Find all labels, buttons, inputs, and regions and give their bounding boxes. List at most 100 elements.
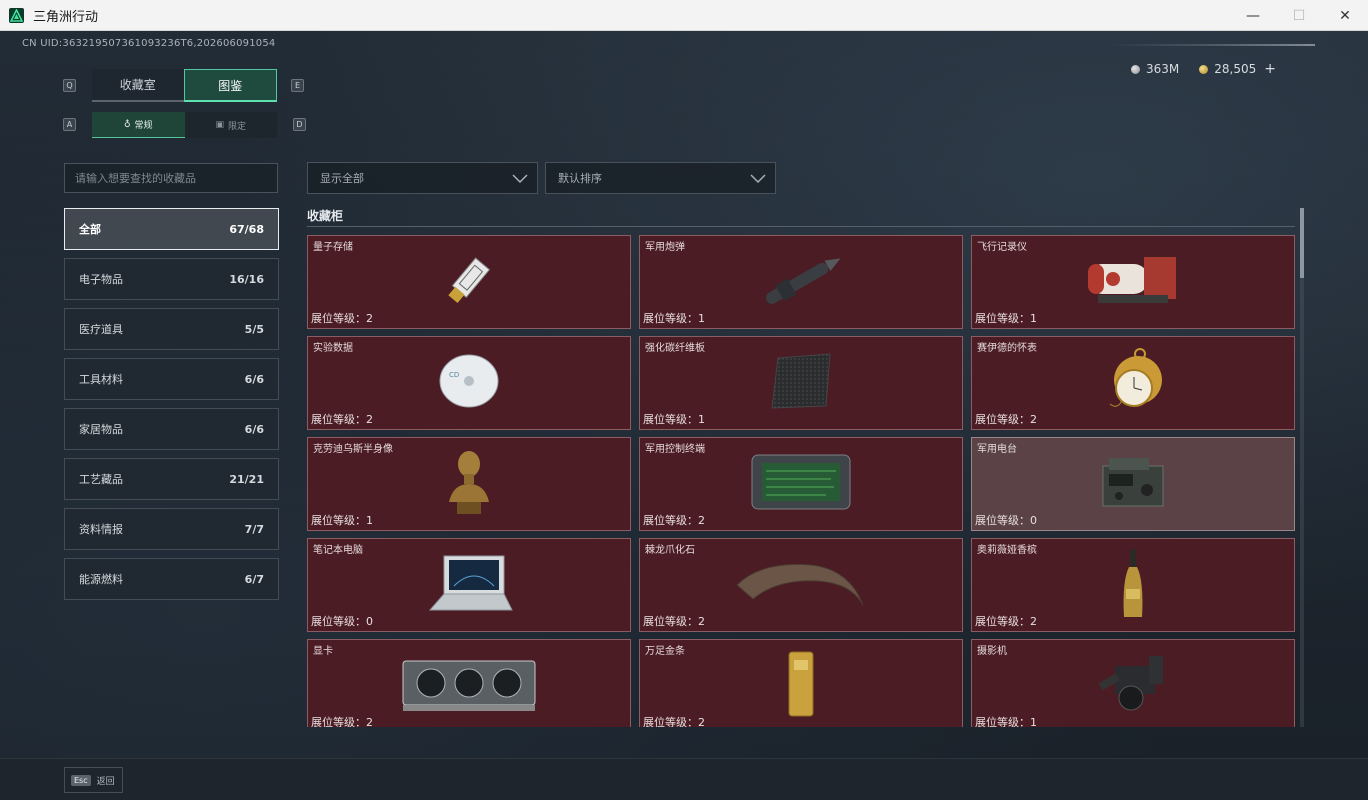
item-name: 军用电台 <box>977 444 1017 455</box>
item-name: 棘龙爪化石 <box>645 545 695 556</box>
scrollbar-track[interactable] <box>1300 208 1304 727</box>
item-name: 摄影机 <box>977 646 1007 657</box>
chevron-down-icon <box>512 174 528 184</box>
esc-key-icon: Esc <box>71 774 91 786</box>
category-count: 16/16 <box>229 272 264 286</box>
category-count: 6/7 <box>244 572 264 586</box>
tab-limited[interactable]: ▣ 限定 <box>184 112 277 138</box>
disc-icon: CD <box>437 351 501 415</box>
champagne-icon <box>1118 547 1148 623</box>
collection-item-card[interactable]: 奥莉薇娅香槟 展位等级：2 <box>971 538 1295 632</box>
collection-item-card[interactable]: 摄影机 展位等级：1 <box>971 639 1295 727</box>
item-display-level: 展位等级：2 <box>311 716 373 727</box>
item-display-level: 展位等级：0 <box>311 615 373 628</box>
radio-icon <box>1095 450 1171 518</box>
usb-icon <box>434 245 504 319</box>
svg-text:CD: CD <box>449 371 459 379</box>
add-currency-button[interactable]: + <box>1264 61 1276 77</box>
collection-item-card[interactable]: 克劳迪乌斯半身像 展位等级：1 <box>307 437 631 531</box>
category-list: 全部 67/68 电子物品 16/16 医疗道具 5/5 工具材料 6/6 家居物品 6/6 工艺藏… <box>64 208 279 608</box>
collection-item-card[interactable]: 万足金条展位等级：2 <box>639 639 963 727</box>
collection-item-card[interactable]: 军用控制终端 展位等级：2 <box>639 437 963 531</box>
tab-limited-label: 限定 <box>228 121 247 132</box>
sort-dropdown[interactable]: 默认排序 <box>545 162 776 194</box>
currency-display: 363M 28,505 + <box>1131 61 1276 77</box>
category-item[interactable]: 工具材料 6/6 <box>64 358 279 400</box>
collection-item-card[interactable]: 军用炮弹 展位等级：1 <box>639 235 963 329</box>
tab-regular[interactable]: ♁ 常规 <box>92 112 185 138</box>
collection-item-card[interactable]: 强化碳纤维板 展位等级：1 <box>639 336 963 430</box>
filter-dropdown[interactable]: 显示全部 <box>307 162 538 194</box>
item-display-level: 展位等级：2 <box>311 413 373 426</box>
collection-item-card[interactable]: 军用电台 展位等级：0 <box>971 437 1295 531</box>
silver-coin-icon <box>1131 64 1140 74</box>
collection-item-card[interactable]: 棘龙爪化石展位等级：2 <box>639 538 963 632</box>
collection-item-card[interactable]: 赛伊德的怀表 展位等级：2 <box>971 336 1295 430</box>
item-display-level: 展位等级：1 <box>643 312 705 325</box>
category-label: 电子物品 <box>79 273 123 286</box>
item-display-level: 展位等级：1 <box>643 413 705 426</box>
tab-regular-label: 常规 <box>134 121 153 131</box>
gold-amount: 28,505 <box>1214 62 1257 76</box>
category-label: 工具材料 <box>79 373 123 386</box>
section-divider <box>307 226 1295 227</box>
category-count: 67/68 <box>229 222 264 236</box>
secondary-tabs: ♁ 常规 ▣ 限定 <box>92 112 277 138</box>
scrollbar-thumb[interactable] <box>1300 208 1304 278</box>
collection-item-card[interactable]: 实验数据 CD 展位等级：2 <box>307 336 631 430</box>
minimize-button[interactable]: — <box>1230 0 1276 31</box>
item-name: 显卡 <box>313 646 333 657</box>
category-item[interactable]: 资料情报 7/7 <box>64 508 279 550</box>
camera-icon <box>1093 652 1173 720</box>
item-display-level: 展位等级：1 <box>975 312 1037 325</box>
item-name: 飞行记录仪 <box>977 242 1027 253</box>
category-item[interactable]: 电子物品 16/16 <box>64 258 279 300</box>
close-button[interactable]: ✕ <box>1322 0 1368 31</box>
category-item[interactable]: 能源燃料 6/7 <box>64 558 279 600</box>
item-grid: 量子存储 展位等级：2 军用炮弹 展位等级：1 飞行记录仪 展位等级：1 实验数据 CD 展位等… <box>307 235 1295 727</box>
window-title: 三角洲行动 <box>33 9 99 25</box>
item-name: 强化碳纤维板 <box>645 343 705 354</box>
item-name: 奥莉薇娅香槟 <box>977 545 1037 556</box>
maximize-button[interactable]: ☐ <box>1276 0 1322 31</box>
flask-icon: ♁ <box>123 119 131 130</box>
back-button[interactable]: Esc 返回 <box>64 767 123 793</box>
terminal-icon <box>746 449 856 519</box>
collection-item-card[interactable]: 显卡展位等级：2 <box>307 639 631 727</box>
tab-codex[interactable]: 图鉴 <box>183 69 277 102</box>
key-hint-q: Q <box>63 79 76 92</box>
laptop-icon <box>424 550 514 620</box>
category-item[interactable]: 工艺藏品 21/21 <box>64 458 279 500</box>
window-titlebar: 三角洲行动 — ☐ ✕ <box>0 0 1368 31</box>
item-name: 实验数据 <box>313 343 353 354</box>
sort-dropdown-value: 默认排序 <box>558 172 602 185</box>
app-logo-icon <box>9 7 24 23</box>
item-display-level: 展位等级：2 <box>643 615 705 628</box>
item-display-level: 展位等级：2 <box>311 312 373 325</box>
category-count: 6/6 <box>244 422 264 436</box>
key-hint-d: D <box>293 118 306 131</box>
category-item[interactable]: 医疗道具 5/5 <box>64 308 279 350</box>
collection-item-card[interactable]: 量子存储 展位等级：2 <box>307 235 631 329</box>
item-name: 万足金条 <box>645 646 685 657</box>
category-item[interactable]: 全部 67/68 <box>64 208 279 250</box>
gpu-icon <box>399 653 539 719</box>
item-display-level: 展位等级：2 <box>643 716 705 727</box>
item-display-level: 展位等级：2 <box>643 514 705 527</box>
item-name: 赛伊德的怀表 <box>977 343 1037 354</box>
box-icon: ▣ <box>215 120 224 130</box>
key-hint-a: A <box>63 118 76 131</box>
key-hint-e: E <box>291 79 304 92</box>
carbon-plate-icon <box>766 350 836 416</box>
tab-collection-room[interactable]: 收藏室 <box>92 69 184 102</box>
category-count: 21/21 <box>229 472 264 486</box>
collection-item-card[interactable]: 飞行记录仪展位等级：1 <box>971 235 1295 329</box>
category-item[interactable]: 家居物品 6/6 <box>64 408 279 450</box>
search-input[interactable]: 请输入想要查找的收藏品 <box>64 163 278 193</box>
claw-fossil-icon <box>731 555 871 615</box>
bottom-bar: Esc 返回 <box>0 758 1368 800</box>
category-label: 能源燃料 <box>79 573 123 586</box>
filter-dropdown-value: 显示全部 <box>320 172 364 185</box>
recorder-icon <box>1078 249 1188 315</box>
collection-item-card[interactable]: 笔记本电脑 展位等级：0 <box>307 538 631 632</box>
